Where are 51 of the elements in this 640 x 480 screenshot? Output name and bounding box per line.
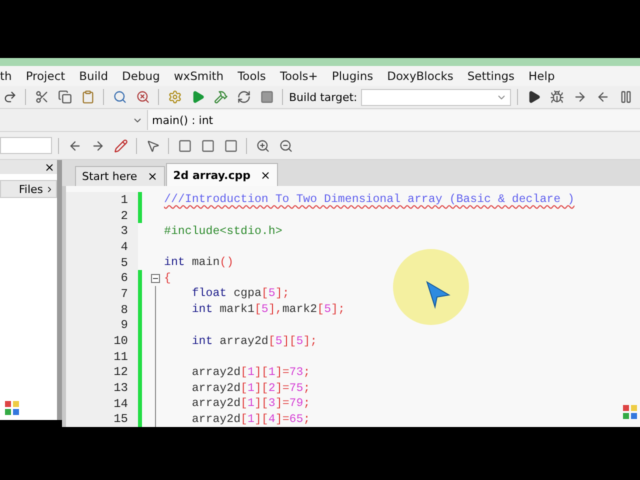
- menu-item[interactable]: wxSmith: [174, 69, 224, 83]
- grid-icon[interactable]: [622, 404, 638, 420]
- menu-item[interactable]: Tools+: [280, 69, 318, 83]
- editor-tab[interactable]: Start here: [75, 166, 166, 186]
- line-number: 10: [66, 333, 138, 349]
- code-line: array2d[1][1]=73;: [190, 366, 310, 379]
- menu-item[interactable]: Plugins: [332, 69, 374, 83]
- menu-item[interactable]: Debug: [122, 69, 160, 83]
- menu-item[interactable]: th: [0, 69, 12, 83]
- code-line: array2d[1][4]=65;: [190, 412, 310, 426]
- close-icon[interactable]: [260, 170, 272, 180]
- side-tab[interactable]: Files: [0, 180, 57, 198]
- line-number: 3: [66, 223, 138, 240]
- line-number: 2: [66, 208, 138, 224]
- menu-item[interactable]: Help: [528, 69, 555, 83]
- grid-icon[interactable]: [4, 400, 20, 416]
- line-number: 15: [66, 412, 138, 428]
- line-number: 5: [66, 254, 138, 270]
- code-editor[interactable]: [62, 186, 640, 428]
- code-line: {: [164, 272, 171, 285]
- search-field[interactable]: [0, 137, 52, 154]
- line-number: 6: [66, 270, 138, 286]
- line-number: 12: [66, 364, 138, 380]
- line-number: 11: [66, 348, 138, 365]
- code-line: ///Introduction To Two Dimensional array (Basic & declare ): [164, 193, 574, 206]
- code-line: float cgpa[5];: [190, 287, 290, 300]
- code-line: int array2d[5][5];: [190, 334, 318, 348]
- fold-icon[interactable]: [150, 274, 160, 283]
- menu-item[interactable]: DoxyBlocks: [387, 69, 454, 83]
- editor-tab[interactable]: 2d array.cpp: [166, 163, 278, 186]
- code-line: int mark1[5],mark2[5];: [190, 303, 345, 316]
- chevron-right-icon: [45, 184, 54, 194]
- line-number: 14: [66, 396, 138, 412]
- function-dropdown[interactable]: main() : int: [148, 110, 640, 130]
- menu-item[interactable]: Settings: [467, 69, 515, 83]
- code-line: array2d[1][2]=75;: [190, 382, 310, 395]
- build-target-label: Build target:: [289, 90, 358, 104]
- close-icon[interactable]: [44, 162, 55, 172]
- line-number: 4: [66, 239, 138, 255]
- code-line: array2d[1][3]=79;: [190, 397, 310, 410]
- code-line: #include<stdio.h>: [164, 224, 282, 238]
- code-line: int main(): [164, 256, 234, 270]
- line-number: 1: [66, 192, 138, 208]
- menu-item[interactable]: Tools: [238, 69, 266, 83]
- line-number: 7: [66, 286, 138, 302]
- menu-item[interactable]: Build: [79, 69, 108, 83]
- line-number: 8: [66, 302, 138, 318]
- line-number: 13: [66, 380, 138, 396]
- close-icon[interactable]: [147, 171, 158, 182]
- line-number: 9: [66, 318, 138, 334]
- menu-item[interactable]: Project: [26, 69, 66, 83]
